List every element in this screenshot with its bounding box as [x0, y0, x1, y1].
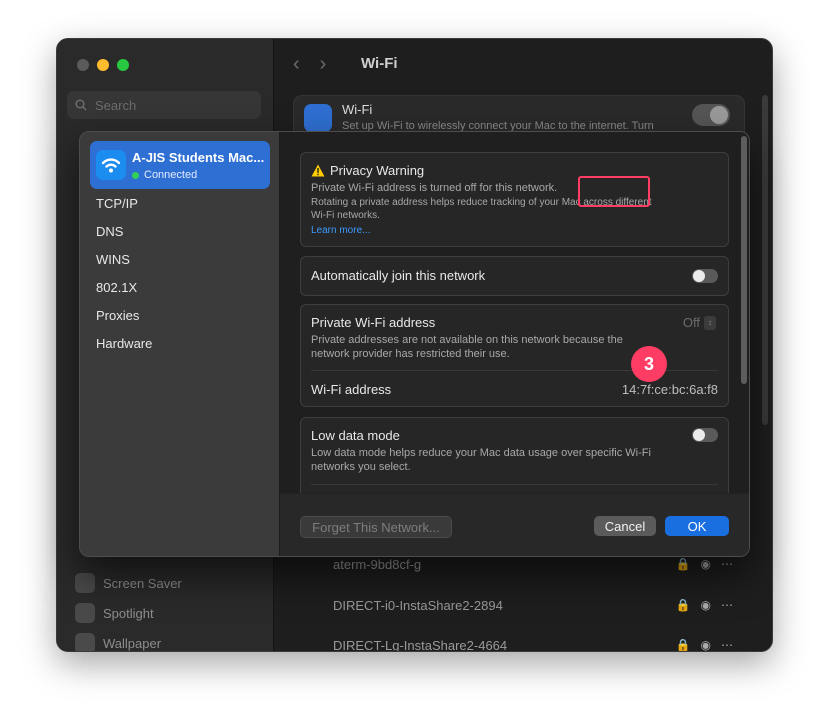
warning-line: Private Wi-Fi address is turned off for …	[311, 182, 558, 194]
network-row[interactable]: DIRECT-Lg-InstaShare2-4664 🔒 ◉ ⋯	[333, 635, 733, 652]
wifi-address-value: 14:7f:ce:bc:6a:f8	[621, 382, 718, 397]
status-dot	[132, 171, 139, 179]
wifi-address-label: Wi-Fi address	[311, 382, 392, 397]
network-row[interactable]: aterm-9bd8cf-g 🔒 ◉ ⋯	[333, 554, 733, 574]
wifi-icon	[96, 150, 126, 180]
divider	[311, 484, 718, 485]
private-address-select[interactable]: Off ↕	[683, 315, 716, 330]
sidebar-item-spotlight[interactable]: Spotlight	[75, 603, 154, 623]
lock-icon: 🔒	[675, 557, 691, 571]
private-address-desc: Private addresses are not available on t…	[311, 334, 623, 346]
more-icon[interactable]: ⋯	[721, 557, 733, 571]
low-data-label: Low data mode	[311, 428, 400, 443]
search-placeholder: Search	[95, 97, 137, 113]
privacy-warning-box: Privacy Warning Private Wi-Fi address is…	[300, 152, 729, 247]
highlight-box	[578, 176, 650, 207]
cancel-button[interactable]: Cancel	[594, 516, 656, 536]
sidebar-item-label: Wallpaper	[103, 635, 162, 651]
updown-chevron-icon: ↕	[704, 315, 716, 330]
sheet-nav-hardware[interactable]: Hardware	[96, 336, 152, 351]
sheet-nav-dns[interactable]: DNS	[96, 224, 123, 239]
step-badge: 3	[631, 346, 667, 382]
wifi-signal-icon: ◉	[700, 557, 711, 571]
auto-join-row: Automatically join this network	[300, 256, 729, 296]
lock-icon: 🔒	[675, 598, 691, 612]
ok-button[interactable]: OK	[665, 516, 729, 536]
scrollbar[interactable]	[762, 95, 768, 425]
low-data-desc: Low data mode helps reduce your Mac data…	[311, 447, 651, 459]
learn-more-link[interactable]: Learn more...	[311, 224, 370, 238]
screen-saver-icon	[75, 573, 95, 593]
sheet-nav-tcpip[interactable]: TCP/IP	[96, 196, 138, 211]
selected-network[interactable]: A-JIS Students Mac... Connected	[90, 141, 270, 189]
wifi-icon	[304, 104, 332, 132]
low-data-desc: networks you select.	[311, 461, 411, 473]
forget-network-button[interactable]: Forget This Network...	[300, 516, 452, 538]
network-name: A-JIS Students Mac...	[132, 150, 265, 165]
sidebar-item-label: Screen Saver	[103, 575, 182, 591]
sheet-nav-proxies[interactable]: Proxies	[96, 308, 139, 323]
sheet-content: Privacy Warning Private Wi-Fi address is…	[280, 132, 749, 556]
network-row[interactable]: DIRECT-i0-InstaShare2-2894 🔒 ◉ ⋯	[333, 595, 733, 615]
more-icon[interactable]: ⋯	[721, 638, 733, 651]
lock-icon: 🔒	[675, 638, 691, 652]
search-field[interactable]: Search	[67, 91, 261, 119]
private-address-value: Off	[682, 315, 700, 330]
low-data-toggle[interactable]	[692, 428, 718, 442]
sheet-nav-8021x[interactable]: 802.1X	[96, 280, 137, 295]
zoom-window-button[interactable]	[117, 59, 129, 71]
wifi-toggle[interactable]	[692, 104, 730, 126]
network-name: aterm-9bd8cf-g	[333, 556, 422, 572]
page-title: Wi-Fi	[361, 55, 398, 72]
low-data-box: Low data mode Low data mode helps reduce…	[300, 417, 729, 499]
network-name: DIRECT-Lg-InstaShare2-4664	[333, 637, 508, 652]
spotlight-icon	[75, 603, 95, 623]
forward-chevron-icon[interactable]: ›	[320, 53, 327, 76]
privacy-warning-heading: Privacy Warning	[311, 163, 424, 178]
close-window-button[interactable]	[77, 59, 89, 71]
sheet-scrollbar[interactable]	[741, 136, 747, 384]
wifi-card-title: Wi-Fi	[342, 102, 373, 117]
network-name: DIRECT-i0-InstaShare2-2894	[333, 597, 503, 613]
private-address-label: Private Wi-Fi address	[311, 315, 436, 330]
sidebar-item-screen-saver[interactable]: Screen Saver	[75, 573, 182, 593]
wifi-signal-icon: ◉	[700, 598, 711, 612]
wifi-signal-icon: ◉	[700, 638, 711, 652]
warning-icon	[311, 164, 325, 177]
sidebar-item-label: Spotlight	[103, 605, 154, 621]
sidebar-item-wallpaper[interactable]: Wallpaper	[75, 633, 162, 651]
warning-line: Wi-Fi networks.	[311, 210, 380, 221]
privacy-warning-title: Privacy Warning	[330, 163, 425, 178]
wallpaper-icon	[75, 633, 95, 651]
auto-join-label: Automatically join this network	[311, 268, 486, 283]
sheet-nav-wins[interactable]: WINS	[96, 252, 130, 267]
back-chevron-icon[interactable]: ‹	[293, 53, 300, 76]
sheet-footer: Forget This Network... Cancel OK	[280, 493, 749, 556]
minimize-window-button[interactable]	[97, 59, 109, 71]
private-address-desc: network provider has restricted their us…	[311, 348, 510, 360]
status-label: Connected	[144, 169, 198, 181]
more-icon[interactable]: ⋯	[721, 598, 733, 612]
auto-join-toggle[interactable]	[692, 269, 718, 283]
search-icon	[75, 99, 87, 111]
sheet-sidebar: A-JIS Students Mac... Connected TCP/IP D…	[80, 132, 280, 556]
history-nav: ‹ ›	[293, 53, 326, 76]
network-status: Connected	[132, 169, 197, 181]
traffic-lights	[77, 59, 129, 71]
